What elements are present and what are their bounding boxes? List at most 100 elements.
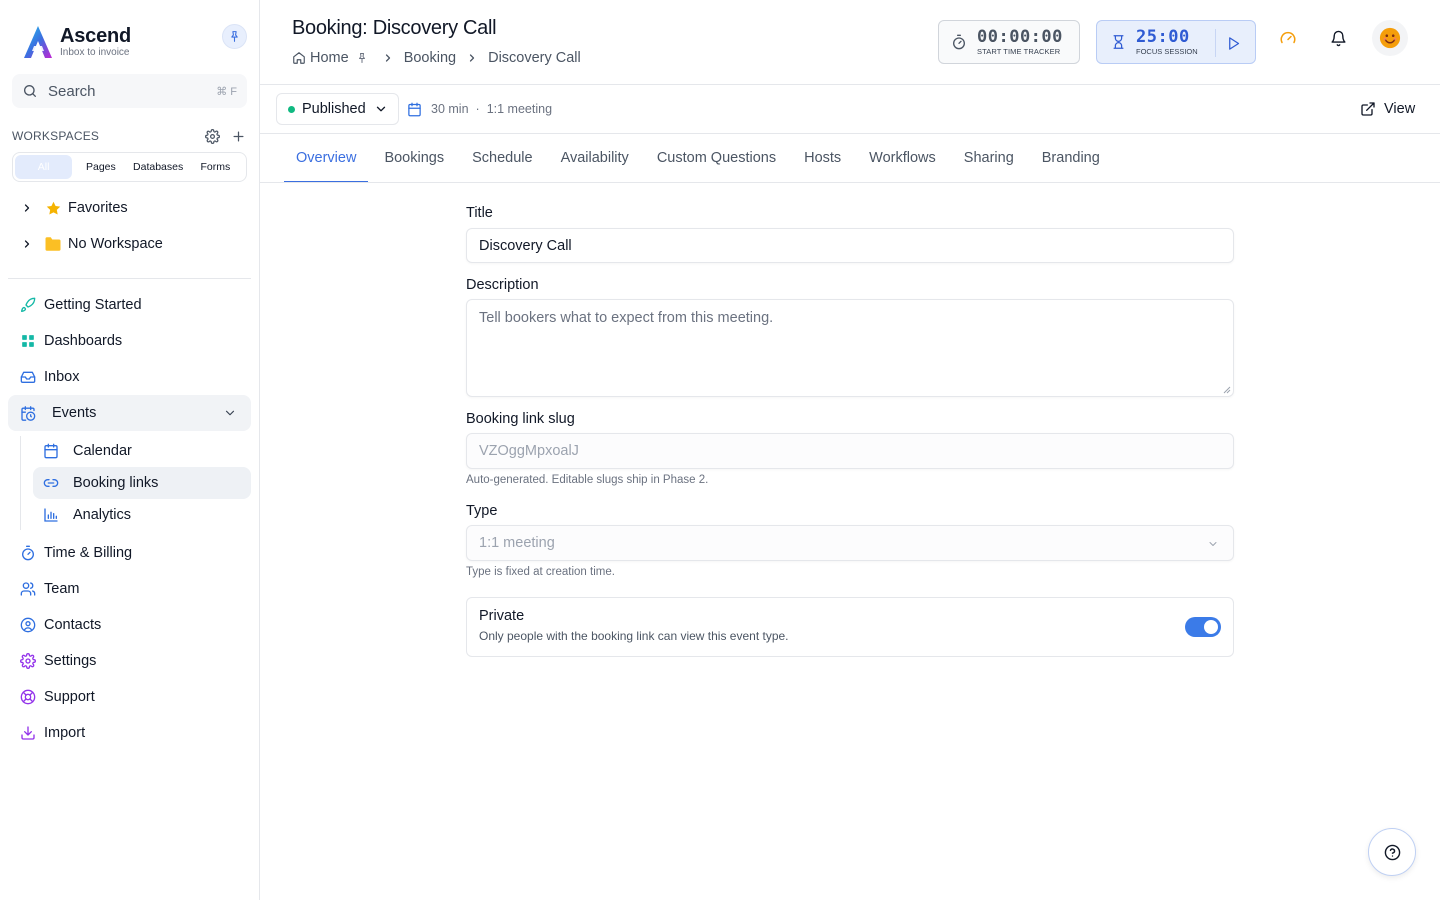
help-button[interactable]: [1368, 828, 1416, 876]
grid-icon: [22, 335, 34, 347]
search-input[interactable]: Search ⌘ F: [12, 74, 247, 108]
ws-tab-all[interactable]: All: [15, 155, 73, 179]
ws-tab-databases[interactable]: Databases: [130, 155, 187, 179]
type-help: Type is fixed at creation time.: [466, 566, 615, 578]
sub-item-booking-links[interactable]: Booking links: [33, 467, 251, 499]
tab-custom-questions[interactable]: Custom Questions: [645, 134, 788, 182]
type-select: 1:1 meeting: [466, 525, 1234, 561]
description-textarea[interactable]: Tell bookers what to expect from this me…: [466, 299, 1234, 397]
users-icon: [20, 582, 36, 596]
tab-sharing[interactable]: Sharing: [952, 134, 1026, 182]
nav-item-team[interactable]: Team: [8, 571, 251, 607]
breadcrumb-home[interactable]: Home: [292, 50, 368, 66]
breadcrumb-home-label: Home: [310, 50, 349, 66]
tab-workflows[interactable]: Workflows: [857, 134, 948, 182]
status-dropdown[interactable]: Published: [276, 93, 399, 125]
tab-schedule[interactable]: Schedule: [460, 134, 544, 182]
breadcrumb-current: Discovery Call: [488, 50, 581, 66]
sidebar: Ascend Inbox to invoice Search ⌘ F WORKS…: [0, 0, 260, 900]
pin-sidebar-button[interactable]: [222, 24, 247, 49]
title-label: Title: [466, 205, 493, 221]
breadcrumb-booking[interactable]: Booking: [404, 50, 456, 66]
inbox-icon: [20, 371, 36, 383]
private-description: Only people with the booking link can vi…: [479, 629, 789, 643]
ws-tab-forms[interactable]: Forms: [187, 155, 244, 179]
toggle-knob: [1204, 620, 1218, 634]
time-tracker-caption: START TIME TRACKER: [977, 46, 1061, 56]
nav-item-contacts[interactable]: Contacts: [8, 607, 251, 643]
slug-value: VZOggMpxoalJ: [479, 443, 579, 459]
add-workspace-button[interactable]: [229, 127, 247, 145]
help-circle-icon: [1384, 844, 1400, 860]
chevron-right-icon: [24, 204, 30, 212]
avatar[interactable]: [1372, 20, 1408, 56]
ws-tab-pages[interactable]: Pages: [72, 155, 129, 179]
nav-item-inbox[interactable]: Inbox: [8, 359, 251, 395]
nav-item-getting-started[interactable]: Getting Started: [8, 287, 251, 323]
private-toggle[interactable]: [1185, 617, 1221, 637]
tab-branding[interactable]: Branding: [1030, 134, 1112, 182]
view-button[interactable]: View: [1360, 99, 1415, 119]
brand-tagline: Inbox to invoice: [60, 47, 130, 58]
nav-item-events[interactable]: Events: [8, 395, 251, 431]
pin-icon: [231, 31, 238, 42]
tab-availability[interactable]: Availability: [549, 134, 641, 182]
resize-handle-icon[interactable]: [1223, 386, 1231, 394]
nav-item-time-billing[interactable]: Time & Billing: [8, 535, 251, 571]
start-time-tracker-button[interactable]: 00:00:00 START TIME TRACKER: [938, 20, 1080, 64]
submenu-line: [20, 436, 21, 530]
calendar-icon: [44, 443, 58, 459]
nav-item-import[interactable]: Import: [8, 715, 251, 751]
bar-chart-icon: [44, 508, 58, 522]
tree-item-no-workspace[interactable]: No Workspace: [20, 233, 163, 255]
smiley-avatar-icon: [1379, 27, 1401, 49]
page-title: Booking: Discovery Call: [292, 17, 497, 39]
breadcrumb: Home Booking Discovery Call: [292, 49, 581, 67]
notifications-button[interactable]: [1328, 28, 1348, 48]
folder-icon: [45, 237, 61, 251]
stopwatch-icon: [22, 545, 34, 561]
play-icon: [1228, 36, 1239, 50]
start-focus-button[interactable]: [1221, 31, 1245, 55]
gear-icon: [20, 653, 36, 669]
sidebar-divider: [8, 278, 251, 279]
slug-label: Booking link slug: [466, 411, 575, 427]
sub-item-label: Analytics: [73, 507, 132, 523]
tab-overview[interactable]: Overview: [284, 134, 369, 183]
search-icon: [24, 85, 36, 97]
nav-label: Dashboards: [44, 333, 123, 349]
meta-separator: ·: [475, 102, 480, 116]
sub-item-calendar[interactable]: Calendar: [33, 435, 251, 467]
workspace-filter-tabs: All Pages Databases Forms: [12, 152, 247, 182]
nav-item-support[interactable]: Support: [8, 679, 251, 715]
status-dot: [288, 105, 295, 113]
slug-help: Auto-generated. Editable slugs ship in P…: [466, 474, 709, 486]
nav-item-dashboards[interactable]: Dashboards: [8, 323, 251, 359]
time-tracker-time: 00:00:00: [977, 26, 1063, 47]
rocket-icon: [21, 297, 36, 312]
event-meeting-type: 1:1 meeting: [486, 102, 553, 116]
external-link-icon: [1361, 102, 1375, 116]
nav-label: Events: [52, 405, 97, 421]
download-icon: [21, 726, 35, 740]
title-value: Discovery Call: [479, 237, 572, 254]
workspace-settings-button[interactable]: [203, 127, 221, 145]
header-divider: [260, 84, 1440, 85]
sub-item-label: Calendar: [73, 443, 132, 459]
workspaces-title: WORKSPACES: [12, 129, 100, 143]
chevron-down-icon: [1209, 542, 1217, 546]
nav-item-settings[interactable]: Settings: [8, 643, 251, 679]
title-input[interactable]: Discovery Call: [466, 228, 1234, 263]
chevron-right-icon: [469, 54, 475, 62]
brand[interactable]: Ascend Inbox to invoice: [22, 22, 131, 62]
sub-item-analytics[interactable]: Analytics: [33, 499, 251, 531]
tab-hosts[interactable]: Hosts: [792, 134, 853, 182]
tree-item-favorites[interactable]: Favorites: [20, 197, 128, 219]
nav-label: Import: [44, 725, 86, 741]
tab-bookings[interactable]: Bookings: [372, 134, 456, 182]
performance-button[interactable]: [1278, 28, 1298, 48]
private-setting-card: Private Only people with the booking lin…: [466, 597, 1234, 657]
chevron-down-icon: [225, 410, 235, 416]
nav-label: Getting Started: [44, 297, 142, 313]
stopwatch-icon: [953, 34, 965, 50]
